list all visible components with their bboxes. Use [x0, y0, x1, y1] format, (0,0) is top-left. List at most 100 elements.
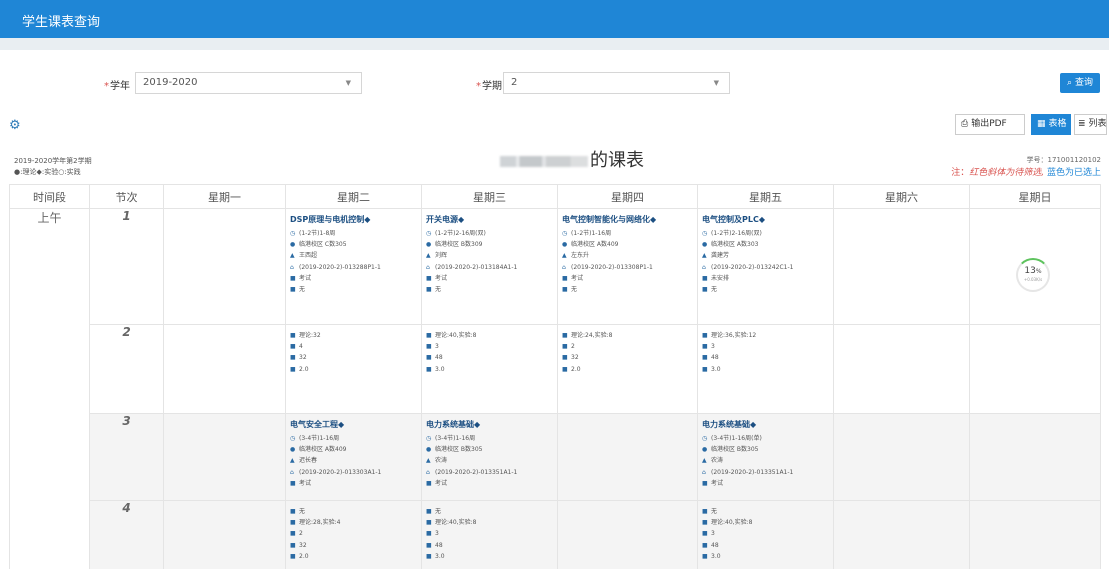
legend-text: ●:理论◆:实验○:实践: [14, 168, 81, 176]
book-icon: ■: [426, 365, 432, 373]
book-icon: ■: [290, 479, 296, 487]
year-label-text: 学年: [110, 81, 130, 92]
location-icon: ●: [290, 446, 296, 454]
book-icon: ■: [702, 508, 708, 515]
book-icon: ■: [562, 343, 568, 351]
course-block: 电气安全工程◆ ◷ (3-4节)1-16周 ● 临港校区 A数409 ▲ 迟长春 ⌂ (…: [287, 415, 421, 490]
col-header: 星期三: [421, 184, 558, 209]
book-icon: ■: [290, 343, 296, 351]
student-name-blurred: [500, 155, 588, 167]
col-header: 星期一: [163, 184, 286, 209]
course-extra: 无: [299, 508, 306, 515]
list-view-button[interactable]: ≣ 列表: [1074, 114, 1107, 135]
sat-cell: [833, 500, 970, 569]
term-select[interactable]: 2 ▼: [503, 72, 730, 94]
course-cell-cont[interactable]: ■ 理论:40,实验:8 ■ 3 ■ 48 ■ 3.0: [421, 324, 558, 414]
table-view-button[interactable]: ▦ 表格: [1031, 114, 1071, 135]
note-prefix: 注：: [951, 168, 970, 178]
course-exam: 考试: [299, 479, 312, 487]
book-icon: ■: [702, 541, 708, 549]
home-icon: ⌂: [426, 263, 430, 271]
course-weekly-hours: 2: [299, 530, 303, 538]
book-icon: ■: [290, 365, 296, 373]
course-exam: 考试: [571, 274, 584, 282]
course-cell[interactable]: DSP原理与电机控制◆ ◷ (1-2节)1-8周 ● 临港校区 C数305 ▲ 王西超…: [285, 208, 422, 325]
user-icon: ▲: [702, 457, 707, 465]
course-weekly-hours: 2: [571, 343, 575, 351]
book-icon: ■: [290, 541, 296, 549]
location-icon: ●: [426, 446, 432, 454]
course-cell-cont[interactable]: ■ 无 ■ 理论:28,实验:4 ■ 2 ■ 32 ■ 2.0: [285, 500, 422, 569]
col-header: 星期日: [969, 184, 1101, 209]
gear-icon[interactable]: ⚙: [9, 118, 21, 133]
course-cell[interactable]: 电力系统基础◆ ◷ (3-4节)1-16周 ● 临港校区 B数305 ▲ 农涛 ⌂ (2…: [421, 413, 558, 501]
course-hours: 理论:28,实验:4: [299, 519, 341, 527]
course-block: 电气控制及PLC◆ ◷ (1-2节)2-16周(双) ● 临港校区 A数303 ▲ 龚…: [699, 210, 833, 296]
course-block-cont: ■ 无 ■ 理论:40,实验:8 ■ 3 ■ 48 ■ 3.0: [423, 502, 557, 563]
book-icon: ■: [426, 541, 432, 549]
book-icon: ■: [426, 343, 432, 351]
slot-cell: 3: [89, 413, 164, 501]
user-icon: ▲: [290, 457, 295, 465]
sat-cell: [833, 208, 970, 325]
slot-cell: 1: [89, 208, 164, 325]
course-cell-cont[interactable]: ■ 无 ■ 理论:40,实验:8 ■ 3 ■ 48 ■ 3.0: [697, 500, 834, 569]
book-icon: ■: [290, 354, 296, 362]
course-time: (3-4节)1-16周: [435, 435, 476, 442]
clock-icon: ◷: [290, 435, 296, 442]
course-total-hours: 48: [435, 541, 443, 549]
term-info: 2019-2020学年第2学期 ●:理论◆:实验○:实践: [14, 156, 92, 178]
course-name: DSP原理与电机控制◆: [290, 215, 371, 224]
book-icon: ■: [702, 479, 708, 487]
sun-cell: [969, 324, 1101, 414]
table-row: 上午 1 DSP原理与电机控制◆ ◷ (1-2节)1-8周 ● 临港校区 C数305…: [9, 208, 1101, 569]
sat-cell: [833, 324, 970, 414]
table-row: 2 ■ 理论:32 ■ 4 ■ 32 ■ 2.0 ■ 理论:40,实验:8 ■ 3 ■ 48: [10, 324, 1101, 414]
sat-cell: [833, 413, 970, 501]
mon-cell: [163, 413, 286, 501]
course-credit: 3.0: [711, 365, 721, 373]
course-cell[interactable]: 电气安全工程◆ ◷ (3-4节)1-16周 ● 临港校区 A数409 ▲ 迟长春 ⌂ (…: [285, 413, 422, 501]
course-cell-cont[interactable]: ■ 理论:36,实验:12 ■ 3 ■ 48 ■ 3.0: [697, 324, 834, 414]
course-cell-cont[interactable]: ■ 无 ■ 理论:40,实验:8 ■ 3 ■ 48 ■ 3.0: [421, 500, 558, 569]
clock-icon: ◷: [702, 230, 708, 237]
term-label: *学期: [476, 77, 502, 92]
year-select[interactable]: 2019-2020 ▼: [135, 72, 362, 94]
course-total-hours: 32: [299, 354, 307, 362]
search-icon: ⌕: [1067, 78, 1073, 88]
course-cell[interactable]: 电力系统基础◆ ◷ (3-4节)1-16周(单) ● 临港校区 B数305 ▲ 农涛 …: [697, 413, 834, 501]
course-cell-cont[interactable]: ■ 理论:32 ■ 4 ■ 32 ■ 2.0: [285, 324, 422, 414]
course-teacher: 龚建芳: [711, 252, 730, 260]
course-place: 临港校区 B数305: [435, 446, 483, 454]
book-icon: ■: [702, 354, 708, 362]
chevron-down-icon: ▼: [345, 79, 351, 87]
course-weekly-hours: 4: [299, 343, 303, 351]
col-header: 节次: [89, 184, 164, 209]
course-cell[interactable]: 电气控制智能化与网络化◆ ◷ (1-2节)1-16周 ● 临港校区 A数409 ▲ 左…: [557, 208, 698, 325]
progress-speed: +0.03K/s: [1023, 277, 1043, 282]
course-time: (1-2节)2-16周(双): [711, 230, 762, 237]
progress-value: 13%: [1018, 266, 1048, 277]
course-block: 电力系统基础◆ ◷ (3-4节)1-16周(单) ● 临港校区 B数305 ▲ 农涛 …: [699, 415, 833, 490]
course-cell-cont[interactable]: ■ 理论:24,实验:8 ■ 2 ■ 32 ■ 2.0: [557, 324, 698, 414]
query-button[interactable]: ⌕ 查询: [1060, 73, 1100, 93]
course-cell[interactable]: 电气控制及PLC◆ ◷ (1-2节)2-16周(双) ● 临港校区 A数303 ▲ 龚…: [697, 208, 834, 325]
course-weekly-hours: 3: [711, 530, 715, 538]
course-block: 电力系统基础◆ ◷ (3-4节)1-16周 ● 临港校区 B数305 ▲ 农涛 ⌂ (2…: [423, 415, 557, 490]
course-code: (2019-2020-2)-013351A1-1: [435, 468, 518, 476]
progress-number: 13: [1024, 266, 1036, 276]
clock-icon: ◷: [562, 230, 568, 237]
table-row: 3 电气安全工程◆ ◷ (3-4节)1-16周 ● 临港校区 A数409 ▲ 迟长春 …: [10, 413, 1101, 501]
course-block-cont: ■ 无 ■ 理论:28,实验:4 ■ 2 ■ 32 ■ 2.0: [287, 502, 421, 563]
book-icon: ■: [290, 286, 296, 294]
user-icon: ▲: [702, 252, 707, 260]
note-red: 红色斜体为待筛选,: [969, 168, 1045, 178]
course-cell[interactable]: 开关电源◆ ◷ (1-2节)2-16周(双) ● 临港校区 B数309 ▲ 刘辉 ⌂ (…: [421, 208, 558, 325]
course-teacher: 左东升: [571, 252, 590, 260]
export-pdf-button[interactable]: ⎙ 输出PDF: [955, 114, 1025, 135]
user-icon: ▲: [562, 252, 567, 260]
course-code: (2019-2020-2)-013351A1-1: [711, 468, 794, 476]
course-hours: 理论:40,实验:8: [711, 519, 753, 527]
course-teacher: 刘辉: [435, 252, 448, 260]
course-name: 电气控制智能化与网络化◆: [562, 215, 657, 224]
